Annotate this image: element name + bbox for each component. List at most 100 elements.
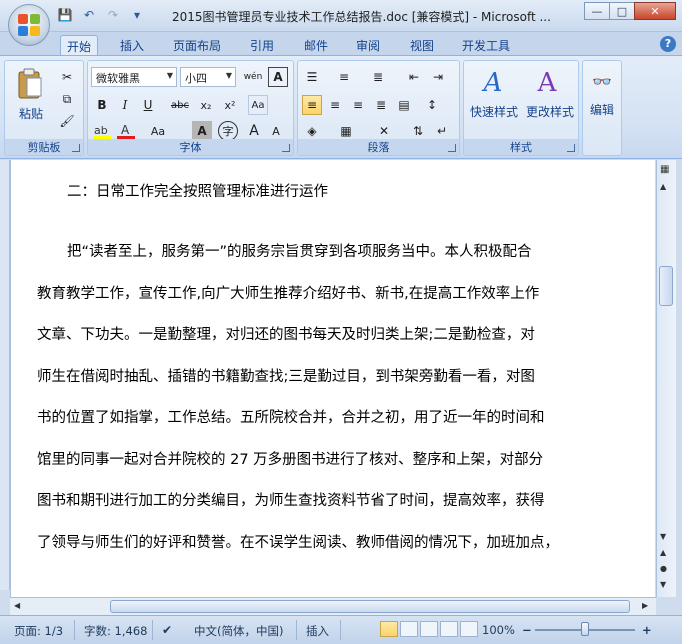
title-bar: 💾 ↶ ↷ ▾ 2015图书管理员专业技术工作总结报告.doc [兼容模式] -… <box>0 0 682 46</box>
char-shading-icon[interactable]: A <box>192 121 212 141</box>
enclose-char-icon[interactable]: 字 <box>218 121 238 141</box>
status-divider <box>152 620 153 640</box>
save-icon[interactable]: 💾 <box>56 6 74 24</box>
numbering-icon[interactable]: ≡ <box>334 67 354 87</box>
sort-icon[interactable]: ⇅ <box>408 121 428 141</box>
quick-styles-icon[interactable]: A <box>478 65 508 101</box>
horizontal-scroll-thumb[interactable] <box>110 600 630 613</box>
horizontal-scrollbar[interactable]: ◀ ▶ <box>10 597 656 615</box>
scroll-right-icon[interactable]: ▶ <box>642 601 648 610</box>
italic-button[interactable]: I <box>115 95 135 115</box>
phonetic-guide-icon[interactable]: wén <box>243 67 263 87</box>
language-status[interactable]: 中文(简体，中国) <box>194 623 283 639</box>
tab-references[interactable]: 引用 <box>244 35 280 56</box>
copy-icon[interactable]: ⧉ <box>57 89 77 109</box>
binoculars-icon[interactable]: 👓 <box>589 67 615 95</box>
tab-developer[interactable]: 开发工具 <box>456 35 516 56</box>
font-size-combo[interactable]: 小四 ▼ <box>180 67 236 87</box>
shrink-font-icon[interactable]: A <box>266 121 286 141</box>
help-icon[interactable]: ? <box>660 36 676 52</box>
full-screen-reading-icon[interactable] <box>400 621 418 637</box>
borders-icon[interactable]: ▦ <box>336 121 356 141</box>
zoom-slider-thumb[interactable] <box>581 622 589 636</box>
font-name-combo[interactable]: 微软雅黑 ▼ <box>91 67 177 87</box>
insert-mode[interactable]: 插入 <box>306 623 329 639</box>
paste-button[interactable]: 粘贴 <box>11 105 51 122</box>
subscript-button[interactable]: x₂ <box>196 95 216 115</box>
print-layout-view-icon[interactable] <box>380 621 398 637</box>
change-styles-button[interactable]: 更改样式 <box>522 103 578 120</box>
highlight-icon[interactable]: ab <box>92 121 112 141</box>
underline-button[interactable]: U <box>138 95 158 115</box>
draft-view-icon[interactable] <box>460 621 478 637</box>
zoom-level[interactable]: 100% <box>482 623 515 637</box>
paragraph-group-label: 段落 <box>298 139 459 155</box>
scroll-down-icon[interactable]: ▼ <box>660 532 666 541</box>
tab-view[interactable]: 视图 <box>404 35 440 56</box>
document-line: 把“读者至上，服务第一”的服务宗旨贯穿到各项服务当中。本人积极配合 <box>67 244 532 260</box>
ruler-toggle-icon[interactable]: ▦ <box>660 164 669 175</box>
tab-page-layout[interactable]: 页面布局 <box>167 35 227 56</box>
grow-font-icon[interactable]: A <box>244 121 264 141</box>
tab-home[interactable]: 开始 <box>60 35 99 57</box>
line-spacing-icon[interactable]: ↕ <box>422 95 442 115</box>
quick-styles-button[interactable]: 快速样式 <box>466 103 522 120</box>
scroll-left-icon[interactable]: ◀ <box>14 601 20 610</box>
previous-page-icon[interactable]: ▲ <box>660 548 666 557</box>
document-page[interactable]: 二：日常工作完全按照管理标准进行运作 把“读者至上，服务第一”的服务宗旨贯穿到各… <box>10 160 655 597</box>
redo-icon[interactable]: ↷ <box>104 6 122 24</box>
maximize-button[interactable]: □ <box>609 2 635 20</box>
superscript-button[interactable]: x² <box>220 95 240 115</box>
font-launcher-icon[interactable] <box>282 144 290 152</box>
styles-launcher-icon[interactable] <box>567 144 575 152</box>
zoom-out-icon[interactable]: − <box>522 623 532 637</box>
paragraph-launcher-icon[interactable] <box>448 144 456 152</box>
web-layout-icon[interactable] <box>420 621 438 637</box>
multilevel-list-icon[interactable]: ≣ <box>368 67 388 87</box>
strikethrough-button[interactable]: abc <box>170 95 190 115</box>
vertical-scroll-thumb[interactable] <box>659 266 673 306</box>
tab-review[interactable]: 审阅 <box>350 35 386 56</box>
clipboard-launcher-icon[interactable] <box>72 144 80 152</box>
cut-icon[interactable]: ✂ <box>57 67 77 87</box>
change-styles-icon[interactable]: A <box>532 65 562 101</box>
bullets-icon[interactable]: ☰ <box>302 67 322 87</box>
change-case-button[interactable]: Aa <box>144 121 172 141</box>
clear-formatting-icon[interactable]: Aa <box>248 95 268 115</box>
scroll-up-icon[interactable]: ▲ <box>660 182 666 191</box>
format-painter-icon[interactable]: 🖌 <box>57 111 77 131</box>
document-line: 馆里的同事一起对合并院校的 27 万多册图书进行了核对、整序和上架，对部分 <box>37 452 544 468</box>
font-color-icon[interactable]: A <box>116 121 136 141</box>
minimize-button[interactable]: — <box>584 2 610 20</box>
browse-object-icon[interactable]: ● <box>660 564 667 573</box>
chinese-layout-icon[interactable]: ✕ <box>374 121 394 141</box>
increase-indent-icon[interactable]: ⇥ <box>428 67 448 87</box>
office-button[interactable] <box>8 4 50 46</box>
paste-icon[interactable] <box>15 67 45 101</box>
outline-view-icon[interactable] <box>440 621 458 637</box>
tab-insert[interactable]: 插入 <box>114 35 150 56</box>
vertical-scrollbar[interactable]: ▦ ▲ ▼ ▲ ● ▼ <box>656 160 676 597</box>
undo-icon[interactable]: ↶ <box>80 6 98 24</box>
align-left-icon[interactable]: ≡ <box>302 95 322 115</box>
bold-button[interactable]: B <box>92 95 112 115</box>
status-bar: 页面: 1/3 字数: 1,468 ✔ 中文(简体，中国) 插入 100% − … <box>0 615 682 644</box>
customize-qat-icon[interactable]: ▾ <box>128 6 146 24</box>
char-border-icon[interactable]: A <box>268 67 288 87</box>
zoom-in-icon[interactable]: + <box>642 623 652 637</box>
editing-button[interactable]: 编辑 <box>583 101 621 118</box>
show-marks-icon[interactable]: ↵ <box>432 121 452 141</box>
window-title: 2015图书管理员专业技术工作总结报告.doc [兼容模式] - Microso… <box>172 10 551 24</box>
align-right-icon[interactable]: ≡ <box>348 95 368 115</box>
justify-icon[interactable]: ≣ <box>371 95 391 115</box>
close-button[interactable]: ✕ <box>634 2 676 20</box>
distributed-icon[interactable]: ▤ <box>394 95 414 115</box>
tab-mailings[interactable]: 邮件 <box>298 35 334 56</box>
next-page-icon[interactable]: ▼ <box>660 580 666 589</box>
spelling-check-icon[interactable]: ✔ <box>162 623 172 637</box>
align-center-icon[interactable]: ≡ <box>325 95 345 115</box>
shading-icon[interactable]: ◈ <box>302 121 322 141</box>
page-count[interactable]: 页面: 1/3 <box>14 623 63 639</box>
word-count[interactable]: 字数: 1,468 <box>84 623 147 639</box>
decrease-indent-icon[interactable]: ⇤ <box>404 67 424 87</box>
